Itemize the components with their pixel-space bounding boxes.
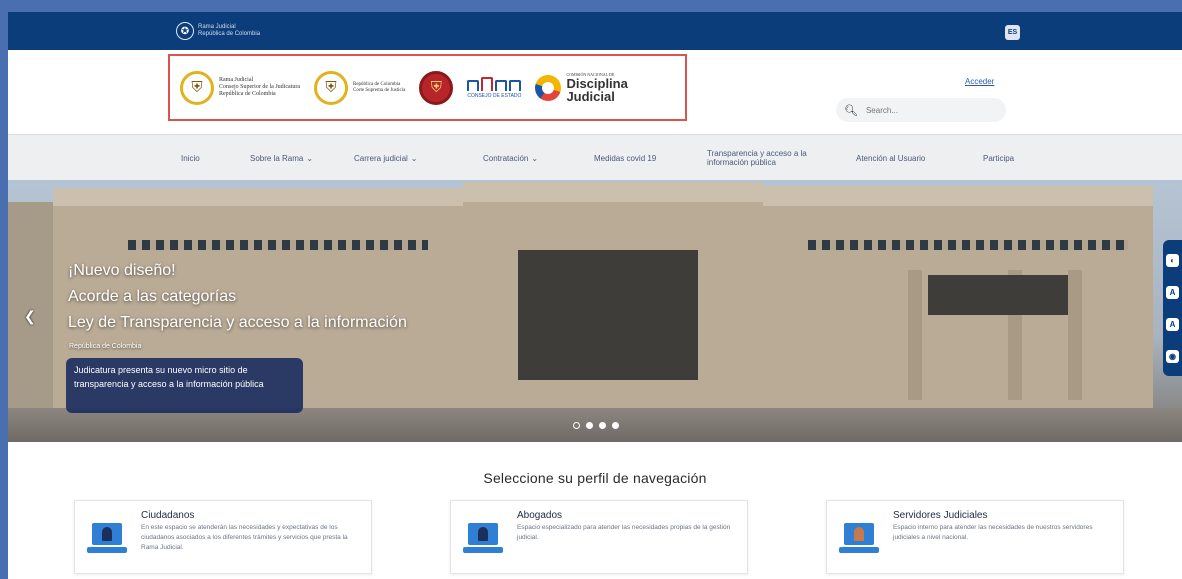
language-button[interactable]: ES <box>1005 25 1020 40</box>
carousel-dot[interactable] <box>612 422 619 429</box>
hero-title-line1: ¡Nuevo diseño! <box>68 262 176 279</box>
nav-item-contratacion[interactable]: Contratación ⌄ <box>483 135 538 181</box>
swirl-logo-icon <box>535 74 562 101</box>
hero-window-row <box>808 240 1128 250</box>
nav-label: Atención al Usuario <box>856 153 926 163</box>
browser-viewport: ✪ Rama Judicial República de Colombia ES… <box>8 12 1182 579</box>
card-title: Ciudadanos <box>141 510 195 521</box>
logo1-line1: Rama Judicial <box>219 77 254 83</box>
carousel-prev-arrow-icon[interactable]: ❮ <box>24 308 36 325</box>
carousel-dots <box>573 422 619 429</box>
hero-entrance <box>518 250 698 380</box>
gov-logo-line2: República de Colombia <box>198 31 261 37</box>
hero-roof-center <box>463 182 763 204</box>
profile-card-abogados[interactable]: Abogados Espacio especializado para aten… <box>450 500 748 574</box>
eye-icon[interactable]: ◉ <box>1166 349 1179 363</box>
hero-title-line3: Ley de Transparencia y acceso a la infor… <box>68 314 407 331</box>
chevron-down-icon: ⌄ <box>531 153 539 163</box>
top-bar: ✪ Rama Judicial República de Colombia ES <box>8 12 1182 50</box>
logo-corte-constitucional[interactable]: ⛨ <box>419 70 454 105</box>
search-icon: 🔍︎ <box>844 104 858 117</box>
card-desc: En este espacio se atenderán las necesid… <box>141 524 348 551</box>
card-title: Servidores Judiciales <box>893 510 988 521</box>
gov-logo-line1: Rama Judicial <box>198 24 236 30</box>
hero-column <box>908 270 922 400</box>
font-increase-icon[interactable]: A <box>1166 317 1179 331</box>
nav-item-carrera-judicial[interactable]: Carrera judicial ⌄ <box>354 135 418 181</box>
nav-item-medidas-covid[interactable]: Medidas covid 19 <box>594 135 656 181</box>
main-nav: Inicio Sobre la Rama ⌄ Carrera judicial … <box>8 134 1182 180</box>
coat-of-arms-icon: ⛨ <box>313 70 348 105</box>
logo2-line1: República de Colombia <box>352 81 401 87</box>
lawyer-icon <box>463 523 503 559</box>
search-box[interactable]: 🔍︎ <box>836 98 1006 122</box>
logo4-text: CONSEJO DE ESTADO <box>467 92 522 99</box>
logo2-line2: Corte Suprema de Justicia <box>352 87 406 93</box>
nav-item-atencion-usuario[interactable]: Atención al Usuario <box>856 135 925 181</box>
card-desc: Espacio interno para atender las necesid… <box>893 524 1093 541</box>
nav-label: Carrera judicial <box>354 153 408 163</box>
hero-news-card[interactable]: Judicatura presenta su nuevo micro sitio… <box>66 358 303 413</box>
carousel-dot[interactable] <box>586 422 593 429</box>
card-desc: Espacio especializado para atender las n… <box>517 524 731 541</box>
chevron-down-icon: ⌄ <box>410 153 418 163</box>
hero-windows-right <box>928 275 1068 315</box>
carousel-dot[interactable] <box>573 422 580 429</box>
accessibility-toolbar: ◐ A A ◉ <box>1163 240 1182 376</box>
logo-corte-suprema[interactable]: ⛨ República de Colombia Corte Suprema de… <box>313 70 406 105</box>
nav-label: Sobre la Rama <box>250 153 304 163</box>
acceder-link[interactable]: Acceder <box>965 77 994 86</box>
contrast-icon[interactable]: ◐ <box>1166 253 1179 267</box>
nav-item-transparencia[interactable]: Transparencia y acceso a la información … <box>707 135 819 181</box>
logo-consejo-de-estado[interactable]: CONSEJO DE ESTADO <box>467 76 522 99</box>
nav-label: Contratación <box>483 153 529 163</box>
logo1-line3: República de Colombia <box>219 91 276 97</box>
hero-title-line2: Acorde a las categorías <box>68 288 237 305</box>
profile-card-ciudadanos[interactable]: Ciudadanos En este espacio se atenderán … <box>74 500 372 574</box>
nav-label: Inicio <box>181 153 200 163</box>
chevron-down-icon: ⌄ <box>306 153 314 163</box>
nav-item-participa[interactable]: Participa <box>983 135 1014 181</box>
seal-icon: ⛨ <box>419 70 454 105</box>
hero-carousel[interactable]: ¡Nuevo diseño! Acorde a las categorías L… <box>8 180 1182 442</box>
hero-roof-right <box>763 186 1153 208</box>
nav-label: Transparencia y acceso a la información … <box>707 149 807 167</box>
hero-subtitle: República de Colombia <box>69 343 142 350</box>
profiles-title: Seleccione su perfil de navegación <box>483 470 707 486</box>
logo1-line2: Consejo Superior de la Judicatura <box>219 84 300 90</box>
judicial-servant-icon <box>839 523 879 559</box>
building-icon <box>467 76 522 91</box>
profile-card-servidores[interactable]: Servidores Judiciales Espacio interno pa… <box>826 500 1124 574</box>
carousel-dot[interactable] <box>599 422 606 429</box>
hero-window-row <box>128 240 428 250</box>
colombia-seal-icon: ✪ <box>176 22 194 40</box>
card-title: Abogados <box>517 510 563 521</box>
nav-label: Participa <box>983 153 1015 163</box>
nav-item-sobre-la-rama[interactable]: Sobre la Rama ⌄ <box>250 135 313 181</box>
logo-disciplina-judicial[interactable]: COMISIÓN NACIONAL DE Disciplina Judicial <box>535 72 628 104</box>
hero-column <box>1068 270 1082 400</box>
search-input[interactable] <box>865 105 986 115</box>
citizen-icon <box>87 523 127 559</box>
nav-item-inicio[interactable]: Inicio <box>181 135 200 181</box>
logo-consejo-superior[interactable]: ⛨ Rama Judicial Consejo Superior de la J… <box>180 70 300 105</box>
coat-of-arms-icon: ⛨ <box>180 70 214 105</box>
logo5-big2: Judicial <box>566 89 615 104</box>
nav-label: Medidas covid 19 <box>594 153 657 163</box>
hero-building-left <box>8 202 58 412</box>
site-header: ⛨ Rama Judicial Consejo Superior de la J… <box>8 50 1182 134</box>
institution-logos: ⛨ Rama Judicial Consejo Superior de la J… <box>168 54 687 121</box>
hero-roof-left <box>53 188 463 208</box>
font-decrease-icon[interactable]: A <box>1166 285 1179 299</box>
gov-co-logo[interactable]: ✪ Rama Judicial República de Colombia <box>176 22 260 40</box>
